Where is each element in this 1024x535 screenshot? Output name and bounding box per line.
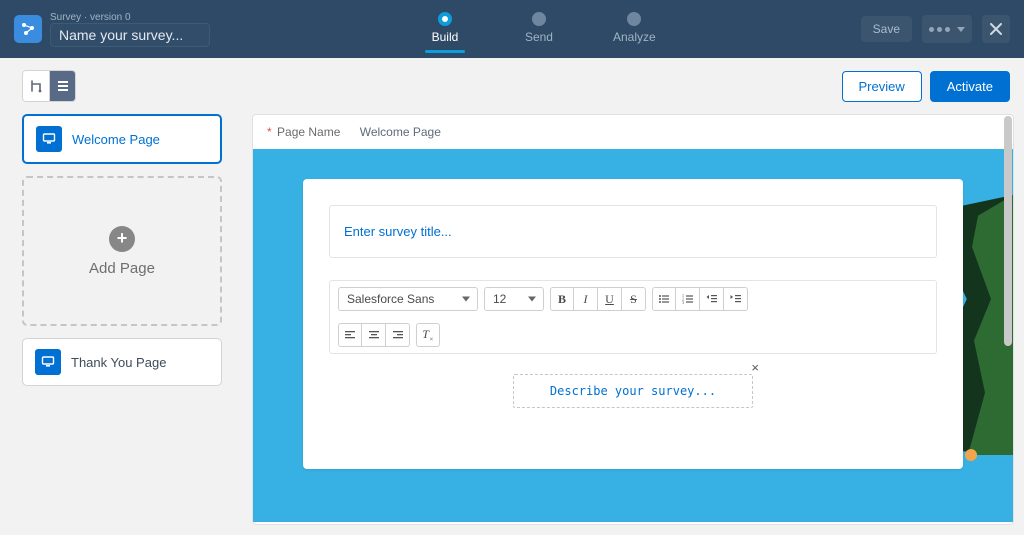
- description-wrap: ×: [329, 374, 937, 408]
- italic-icon: I: [584, 292, 588, 307]
- step-underline: [425, 50, 465, 53]
- progress-stepper: Build Send Analyze: [220, 6, 861, 53]
- page-name-bar: * Page Name Welcome Page: [253, 115, 1013, 149]
- builder-toolbar: Preview Activate: [0, 58, 1024, 114]
- clear-format-icon: T×: [422, 327, 433, 343]
- step-dot-icon: [438, 12, 452, 26]
- activate-button[interactable]: Activate: [930, 71, 1010, 102]
- numbered-list-button[interactable]: 123: [676, 287, 700, 311]
- list-icon: [56, 79, 70, 93]
- indent-icon: [730, 293, 742, 305]
- step-send[interactable]: Send: [525, 12, 553, 44]
- step-label: Build: [432, 30, 459, 44]
- branch-icon: [29, 79, 43, 93]
- toolbar-right: Preview Activate: [842, 71, 1011, 102]
- page-card-label: Welcome Page: [72, 132, 160, 147]
- survey-description-input[interactable]: [513, 374, 753, 408]
- survey-title-input[interactable]: [329, 205, 937, 258]
- page-name-value[interactable]: Welcome Page: [360, 125, 441, 139]
- page-name-label: Page Name: [277, 125, 340, 139]
- preview-button[interactable]: Preview: [842, 71, 922, 102]
- branching-view-button[interactable]: [23, 71, 49, 101]
- add-page-label: Add Page: [89, 260, 155, 277]
- description-close-button[interactable]: ×: [751, 360, 759, 375]
- font-size-select[interactable]: 12: [484, 287, 544, 311]
- scrollbar[interactable]: [1004, 116, 1012, 346]
- header-actions: Save: [861, 15, 1010, 43]
- bold-button[interactable]: B: [550, 287, 574, 311]
- underline-button[interactable]: U: [598, 287, 622, 311]
- bullet-list-icon: [658, 293, 670, 305]
- step-label: Analyze: [613, 30, 656, 44]
- step-label: Send: [525, 30, 553, 44]
- save-button[interactable]: Save: [861, 16, 912, 42]
- outdent-button[interactable]: [700, 287, 724, 311]
- sidebar-welcome-page[interactable]: Welcome Page: [22, 114, 222, 164]
- dot-icon: [945, 27, 950, 32]
- strike-button[interactable]: S: [622, 287, 646, 311]
- required-indicator: *: [267, 125, 272, 139]
- chevron-down-icon: [957, 27, 965, 32]
- step-analyze[interactable]: Analyze: [613, 12, 656, 44]
- svg-text:3: 3: [682, 300, 684, 305]
- close-icon: [990, 23, 1002, 35]
- dot-icon: [937, 27, 942, 32]
- bullet-list-button[interactable]: [652, 287, 676, 311]
- indent-button[interactable]: [724, 287, 748, 311]
- outdent-icon: [706, 293, 718, 305]
- numbered-list-icon: 123: [682, 293, 694, 305]
- app-header: Survey · version 0 Build Send Analyze Sa…: [0, 0, 1024, 58]
- strike-icon: S: [630, 292, 637, 307]
- dot-icon: [929, 27, 934, 32]
- view-toggle-group: [22, 70, 76, 102]
- list-view-button[interactable]: [49, 71, 75, 101]
- canvas-wrap: * Page Name Welcome Page Salesforce Sans…: [252, 114, 1014, 525]
- font-family-select[interactable]: Salesforce Sans: [338, 287, 478, 311]
- close-button[interactable]: [982, 15, 1010, 43]
- survey-app-icon: [14, 15, 42, 43]
- work-area: Welcome Page + Add Page Thank You Page *…: [0, 114, 1024, 535]
- page-background: Salesforce Sans 12 B I U S: [253, 149, 1013, 522]
- align-center-button[interactable]: [362, 323, 386, 347]
- align-left-icon: [344, 329, 356, 341]
- italic-button[interactable]: I: [574, 287, 598, 311]
- step-dot-icon: [627, 12, 641, 26]
- rich-text-toolbar: Salesforce Sans 12 B I U S: [329, 280, 937, 354]
- text-style-group: B I U S: [550, 287, 646, 311]
- page-card-label: Thank You Page: [71, 355, 166, 370]
- font-size-value: 12: [493, 292, 506, 306]
- align-left-button[interactable]: [338, 323, 362, 347]
- step-build[interactable]: Build: [425, 12, 465, 53]
- monitor-icon: [35, 349, 61, 375]
- add-page-card[interactable]: + Add Page: [22, 176, 222, 326]
- underline-icon: U: [605, 292, 614, 307]
- survey-subtitle: Survey · version 0: [50, 12, 210, 23]
- align-center-icon: [368, 329, 380, 341]
- align-group: [338, 323, 410, 347]
- align-right-button[interactable]: [386, 323, 410, 347]
- plus-icon: +: [109, 226, 135, 252]
- survey-content-box: Salesforce Sans 12 B I U S: [303, 179, 963, 469]
- list-indent-group: 123: [652, 287, 748, 311]
- more-menu-button[interactable]: [922, 15, 972, 43]
- bold-icon: B: [558, 292, 566, 307]
- page-sidebar: Welcome Page + Add Page Thank You Page: [22, 114, 222, 525]
- sidebar-thank-you-page[interactable]: Thank You Page: [22, 338, 222, 386]
- clear-format-button[interactable]: T×: [416, 323, 440, 347]
- font-family-value: Salesforce Sans: [347, 292, 434, 306]
- align-right-icon: [392, 329, 404, 341]
- monitor-icon: [36, 126, 62, 152]
- page-canvas: * Page Name Welcome Page Salesforce Sans…: [252, 114, 1014, 525]
- title-block: Survey · version 0: [50, 12, 210, 47]
- survey-name-input[interactable]: [50, 23, 210, 47]
- step-dot-icon: [532, 12, 546, 26]
- tree-illustration: [965, 449, 977, 461]
